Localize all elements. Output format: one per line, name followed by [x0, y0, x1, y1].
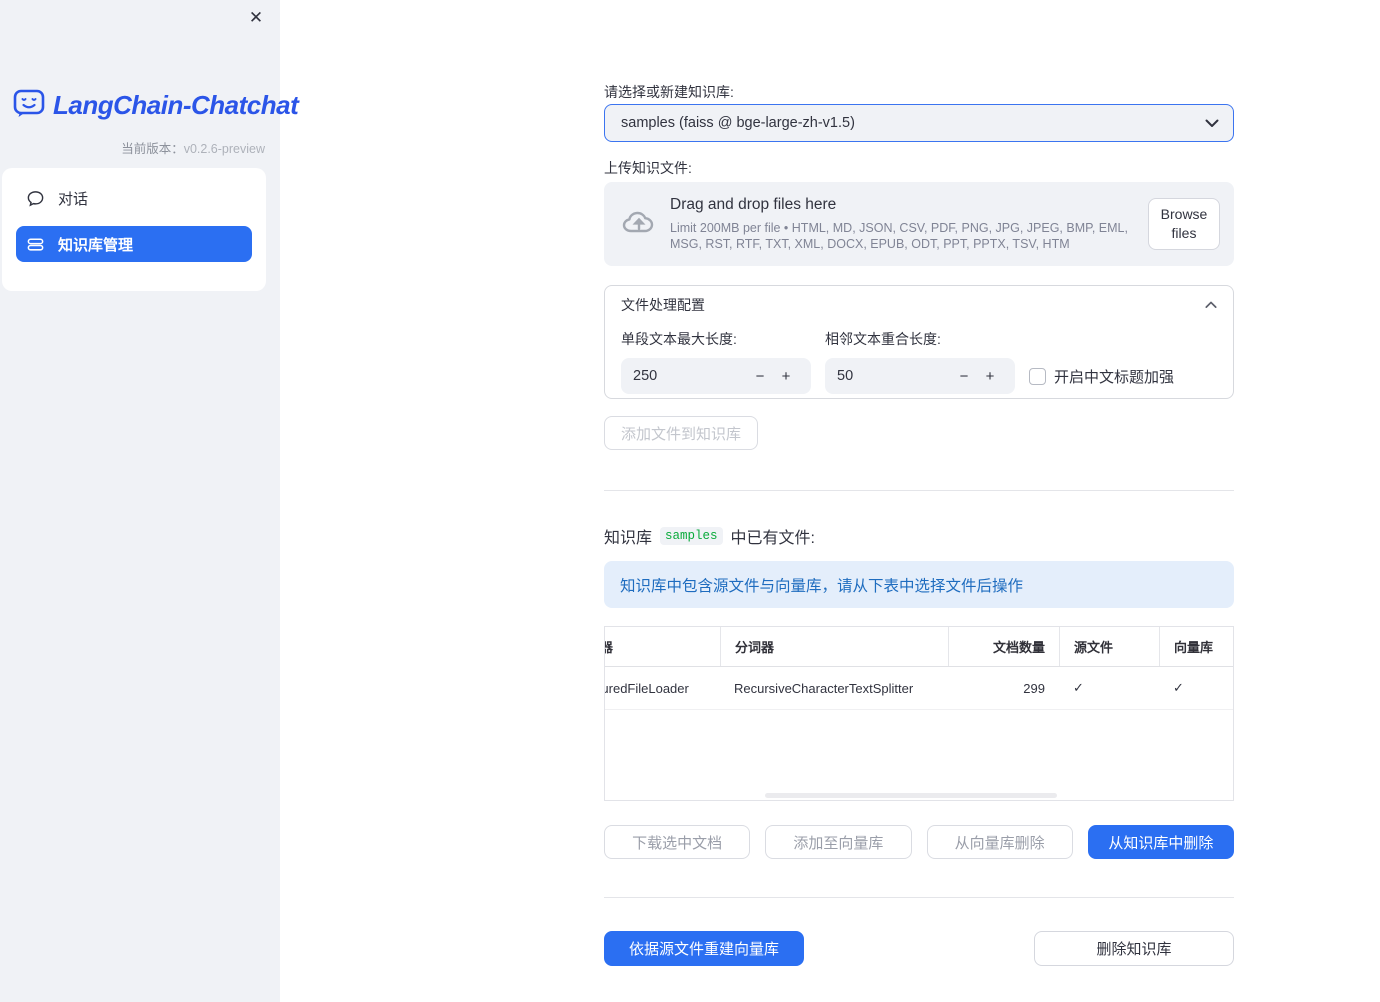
kb-name-code: samples: [660, 527, 723, 545]
sidebar-item-label: 对话: [58, 190, 89, 208]
chat-bubble-icon: [26, 189, 45, 208]
overlap-decrement-button[interactable]: −: [951, 361, 977, 391]
info-alert: 知识库中包含源文件与向量库，请从下表中选择文件后操作: [604, 561, 1234, 608]
sidebar-menu: 对话 知识库管理: [2, 168, 266, 291]
overlap-increment-button[interactable]: +: [977, 361, 1003, 391]
logo-wordmark: LangChain-Chatchat: [53, 90, 299, 120]
chunk-size-value: 250: [633, 368, 658, 384]
version-text: 当前版本：v0.2.6-preview: [12, 138, 265, 157]
zh-title-enhance-label: 开启中文标题加强: [1054, 368, 1175, 386]
main-content: 请选择或新建知识库: samples (faiss @ bge-large-zh…: [604, 0, 1234, 1002]
rebuild-vector-store-button[interactable]: 依据源文件重建向量库: [604, 931, 804, 966]
download-selected-button[interactable]: 下载选中文档: [604, 825, 751, 859]
chat-smiley-logo-icon: [12, 86, 46, 125]
kb-files-heading: 知识库 samples 中已有文件:: [604, 524, 815, 548]
version-value: v0.2.6-preview: [183, 142, 265, 156]
kb-select-value: samples (faiss @ bge-large-zh-v1.5): [621, 115, 855, 131]
cell-vector-store-check: ✓: [1173, 680, 1184, 695]
app-window: ✕ LangChain-Chatchat 当前版本：v0.2.6-preview: [0, 0, 1380, 1002]
cell-source-file-check: ✓: [1073, 680, 1084, 695]
column-header-splitter[interactable]: 分词器: [720, 627, 948, 666]
cell-loader: UnstructuredFileLoader: [605, 680, 689, 696]
table-row[interactable]: UnstructuredFileLoader RecursiveCharacte…: [605, 667, 1233, 710]
delete-kb-button[interactable]: 删除知识库: [1034, 931, 1234, 966]
delete-from-kb-button[interactable]: 从知识库中删除: [1087, 825, 1234, 859]
knowledge-base-icon: [26, 235, 45, 254]
column-header-loader[interactable]: 文档加载器: [605, 627, 720, 666]
sidebar: ✕ LangChain-Chatchat 当前版本：v0.2.6-preview: [0, 0, 299, 1002]
kb-files-table[interactable]: 文档加载器 分词器 文档数量 源文件 向量库 UnstructuredFileL…: [604, 626, 1234, 801]
column-header-doc-count[interactable]: 文档数量: [948, 627, 1059, 666]
sidebar-item-chat[interactable]: 对话: [16, 180, 252, 216]
dropzone-title: Drag and drop files here: [670, 196, 837, 213]
cell-doc-count: 299: [1023, 680, 1045, 696]
kb-bottom-actions: 依据源文件重建向量库 删除知识库: [604, 931, 1234, 966]
chunk-size-decrement-button[interactable]: −: [747, 361, 773, 391]
sidebar-item-kb-manage[interactable]: 知识库管理: [16, 226, 252, 262]
kb-select-label: 请选择或新建知识库:: [604, 84, 734, 100]
chunk-size-increment-button[interactable]: +: [773, 361, 799, 391]
chevron-up-icon: [1205, 301, 1217, 309]
file-actions-row: 下载选中文档 添加至向量库 从向量库删除 从知识库中删除: [604, 825, 1234, 859]
overlap-label: 相邻文本重合长度:: [825, 331, 941, 347]
file-config-expander: 文件处理配置 单段文本最大长度: 250 − + 相邻文本重合长度: 50 − …: [604, 285, 1234, 399]
info-alert-text: 知识库中包含源文件与向量库，请从下表中选择文件后操作: [620, 577, 1024, 595]
version-label: 当前版本：: [121, 142, 184, 156]
add-files-to-kb-button[interactable]: 添加文件到知识库: [604, 416, 759, 450]
cloud-upload-icon: [620, 206, 658, 243]
chunk-size-input[interactable]: 250 − +: [621, 358, 811, 394]
cell-splitter: RecursiveCharacterTextSplitter: [734, 680, 914, 696]
table-header-row: 文档加载器 分词器 文档数量 源文件 向量库: [605, 627, 1233, 667]
add-to-vector-store-button[interactable]: 添加至向量库: [765, 825, 912, 859]
sidebar-close-icon[interactable]: ✕: [244, 6, 268, 30]
column-header-source-file[interactable]: 源文件: [1059, 627, 1159, 666]
kb-select-dropdown[interactable]: samples (faiss @ bge-large-zh-v1.5): [604, 104, 1234, 142]
overlap-value: 50: [837, 368, 854, 384]
sidebar-item-label: 知识库管理: [58, 236, 134, 254]
zh-title-enhance-checkbox[interactable]: [1029, 367, 1046, 385]
upload-label: 上传知识文件:: [604, 160, 692, 176]
heading-prefix: 知识库: [604, 530, 653, 547]
overlap-input[interactable]: 50 − +: [825, 358, 1015, 394]
file-dropzone[interactable]: Drag and drop files here Limit 200MB per…: [604, 182, 1234, 266]
dropzone-limit-text: Limit 200MB per file • HTML, MD, JSON, C…: [670, 221, 1128, 251]
divider: [604, 490, 1234, 491]
horizontal-scrollbar[interactable]: [765, 793, 1057, 798]
browse-files-button[interactable]: Browse files: [1148, 198, 1220, 250]
heading-suffix: 中已有文件:: [730, 530, 815, 547]
divider: [604, 897, 1234, 898]
app-logo: LangChain-Chatchat: [12, 86, 299, 125]
chunk-size-label: 单段文本最大长度:: [621, 331, 737, 347]
expander-header[interactable]: 文件处理配置: [605, 286, 1233, 323]
expander-title: 文件处理配置: [621, 296, 705, 313]
delete-from-vector-store-button[interactable]: 从向量库删除: [926, 825, 1073, 859]
column-header-vector-store[interactable]: 向量库: [1159, 627, 1232, 666]
chevron-down-icon: [1205, 119, 1219, 128]
